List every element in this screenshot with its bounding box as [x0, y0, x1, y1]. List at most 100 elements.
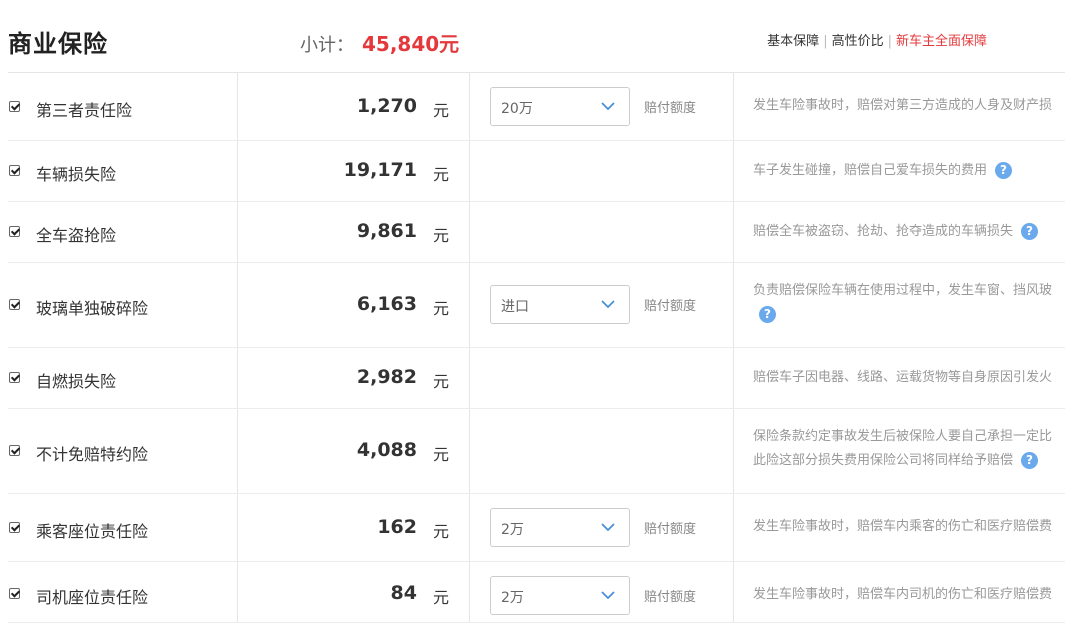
subtotal-amount: 45,840元 — [362, 32, 460, 56]
insurance-description: 发生车险事故时，赔偿车内乘客的伤亡和医疗赔偿费 — [753, 519, 1053, 534]
coverage-label: 赔付额度 — [644, 522, 697, 537]
row-desc-cell: 发生车险事故时，赔偿车内乘客的伤亡和医疗赔偿费 — [734, 494, 1065, 561]
insurance-description: 负责赔偿保险车辆在使用过程中，发生车窗、挡风玻 ? — [753, 279, 1065, 327]
question-circle-icon[interactable]: ? — [995, 162, 1013, 179]
coverage-select-value: 2万 — [501, 590, 524, 606]
premium-value: 4,088 — [356, 439, 417, 461]
checkbox-checked-icon[interactable] — [9, 226, 20, 237]
insurance-name: 司机座位责任险 — [36, 588, 149, 607]
premium-value: 9,861 — [356, 220, 417, 242]
insurance-name: 自燃损失险 — [36, 372, 117, 391]
chevron-down-icon — [601, 591, 615, 599]
checkbox-checked-icon[interactable] — [9, 101, 20, 112]
premium-value: 1,270 — [356, 95, 417, 117]
row-option-cell: 20万 赔付额度 — [470, 73, 734, 140]
row-price-cell: 4,088 元 — [238, 409, 470, 493]
checkbox-checked-icon[interactable] — [9, 588, 20, 599]
coverage-select[interactable]: 20万 — [490, 87, 630, 126]
row-option-cell: 2万 赔付额度 — [470, 494, 734, 561]
question-circle-icon[interactable]: ? — [1021, 223, 1039, 240]
coverage-select[interactable]: 2万 — [490, 508, 630, 547]
premium-unit: 元 — [432, 588, 449, 607]
table-row: 司机座位责任险 84 元 2万 赔付额度 发生车险事故时，赔偿车内司机的伤亡和医… — [8, 562, 1065, 623]
row-desc-cell: 保险条款约定事故发生后被保险人要自己承担一定比 此险这部分损失费用保险公司将同样… — [734, 409, 1065, 493]
row-price-cell: 19,171 元 — [238, 141, 470, 201]
row-name-cell: 第三者责任险 — [8, 73, 238, 140]
chevron-down-icon — [601, 102, 615, 110]
table-row: 第三者责任险 1,270 元 20万 赔付额度 发生车险事故时，赔偿对第三方造成… — [8, 73, 1065, 141]
premium-value: 2,982 — [356, 366, 417, 388]
premium-value: 19,171 — [343, 159, 417, 181]
coverage-select-value: 2万 — [501, 522, 524, 538]
subtotal-label: 小计： — [300, 35, 354, 56]
row-option-cell — [470, 409, 734, 493]
premium-value: 6,163 — [356, 293, 417, 315]
description-text: 负责赔偿保险车辆在使用过程中，发生车窗、挡风玻 — [753, 283, 1053, 298]
row-option-cell: 进口 赔付额度 — [470, 263, 734, 347]
row-price-cell: 2,982 元 — [238, 348, 470, 408]
row-name-cell: 司机座位责任险 — [8, 562, 238, 622]
premium-unit: 元 — [432, 101, 449, 120]
subtotal: 小计： 45,840元 — [300, 28, 459, 57]
question-circle-icon[interactable]: ? — [1021, 452, 1039, 469]
insurance-description: 发生车险事故时，赔偿车内司机的伤亡和医疗赔偿费 — [753, 587, 1053, 602]
row-option-cell — [470, 348, 734, 408]
row-price-cell: 6,163 元 — [238, 263, 470, 347]
row-name-cell: 乘客座位责任险 — [8, 494, 238, 561]
plan-selector: 基本保障 | 高性价比 | 新车主全面保障 — [767, 30, 987, 49]
row-price-cell: 1,270 元 — [238, 73, 470, 140]
question-circle-icon[interactable]: ? — [759, 306, 776, 323]
coverage-label: 赔付额度 — [644, 590, 697, 605]
insurance-description: 保险条款约定事故发生后被保险人要自己承担一定比 此险这部分损失费用保险公司将同样… — [753, 425, 1065, 473]
row-desc-cell: 车子发生碰撞，赔偿自己爱车损失的费用? — [734, 141, 1065, 201]
description-text-line2: 此险这部分损失费用保险公司将同样给予赔偿? — [753, 449, 1065, 473]
row-desc-cell: 赔偿车子因电器、线路、运载货物等自身原因引发火 — [734, 348, 1065, 408]
row-name-cell: 不计免赔特约险 — [8, 409, 238, 493]
insurance-name: 玻璃单独破碎险 — [36, 299, 149, 318]
plan-divider: | — [823, 34, 828, 49]
premium-unit: 元 — [432, 445, 449, 464]
premium-value: 162 — [377, 516, 417, 538]
insurance-description: 赔偿车子因电器、线路、运载货物等自身原因引发火 — [753, 370, 1053, 385]
insurance-description: 赔偿全车被盗窃、抢劫、抢夺造成的车辆损失? — [753, 220, 1065, 244]
premium-unit: 元 — [432, 226, 449, 245]
premium-unit: 元 — [432, 372, 449, 391]
checkbox-checked-icon[interactable] — [9, 372, 20, 383]
row-price-cell: 9,861 元 — [238, 202, 470, 262]
description-text: 此险这部分损失费用保险公司将同样给予赔偿 — [753, 453, 1014, 468]
premium-unit: 元 — [432, 165, 449, 184]
chevron-down-icon — [601, 523, 615, 531]
plan-divider: | — [887, 34, 892, 49]
row-name-cell: 玻璃单独破碎险 — [8, 263, 238, 347]
page-header: 商业保险 小计： 45,840元 基本保障 | 高性价比 | 新车主全面保障 — [0, 0, 1065, 72]
premium-unit: 元 — [432, 299, 449, 318]
description-text: 车子发生碰撞，赔偿自己爱车损失的费用 — [753, 163, 988, 178]
description-help-line: ? — [753, 303, 1065, 327]
checkbox-checked-icon[interactable] — [9, 445, 20, 456]
insurance-name: 不计免赔特约险 — [36, 445, 149, 464]
row-name-cell: 全车盗抢险 — [8, 202, 238, 262]
chevron-down-icon — [601, 300, 615, 308]
checkbox-checked-icon[interactable] — [9, 299, 20, 310]
table-row: 全车盗抢险 9,861 元 赔偿全车被盗窃、抢劫、抢夺造成的车辆损失? — [8, 202, 1065, 263]
row-desc-cell: 赔偿全车被盗窃、抢劫、抢夺造成的车辆损失? — [734, 202, 1065, 262]
row-desc-cell: 负责赔偿保险车辆在使用过程中，发生车窗、挡风玻 ? — [734, 263, 1065, 347]
coverage-select[interactable]: 2万 — [490, 576, 630, 615]
insurance-description: 车子发生碰撞，赔偿自己爱车损失的费用? — [753, 159, 1065, 183]
plan-basic-link[interactable]: 基本保障 — [767, 34, 819, 49]
table-row: 自燃损失险 2,982 元 赔偿车子因电器、线路、运载货物等自身原因引发火 — [8, 348, 1065, 409]
coverage-select[interactable]: 进口 — [490, 285, 630, 324]
insurance-name: 车辆损失险 — [36, 165, 117, 184]
row-option-cell: 2万 赔付额度 — [470, 562, 734, 622]
premium-value: 84 — [390, 582, 417, 604]
row-price-cell: 84 元 — [238, 562, 470, 622]
checkbox-checked-icon[interactable] — [9, 522, 20, 533]
plan-full-link[interactable]: 新车主全面保障 — [896, 34, 987, 49]
coverage-select-value: 20万 — [501, 101, 533, 117]
checkbox-checked-icon[interactable] — [9, 165, 20, 176]
coverage-label: 赔付额度 — [644, 101, 697, 116]
insurance-name: 乘客座位责任险 — [36, 522, 149, 541]
plan-value-link[interactable]: 高性价比 — [832, 34, 884, 49]
insurance-name: 全车盗抢险 — [36, 226, 117, 245]
table-row: 乘客座位责任险 162 元 2万 赔付额度 发生车险事故时，赔偿车内乘客的伤亡和… — [8, 494, 1065, 562]
